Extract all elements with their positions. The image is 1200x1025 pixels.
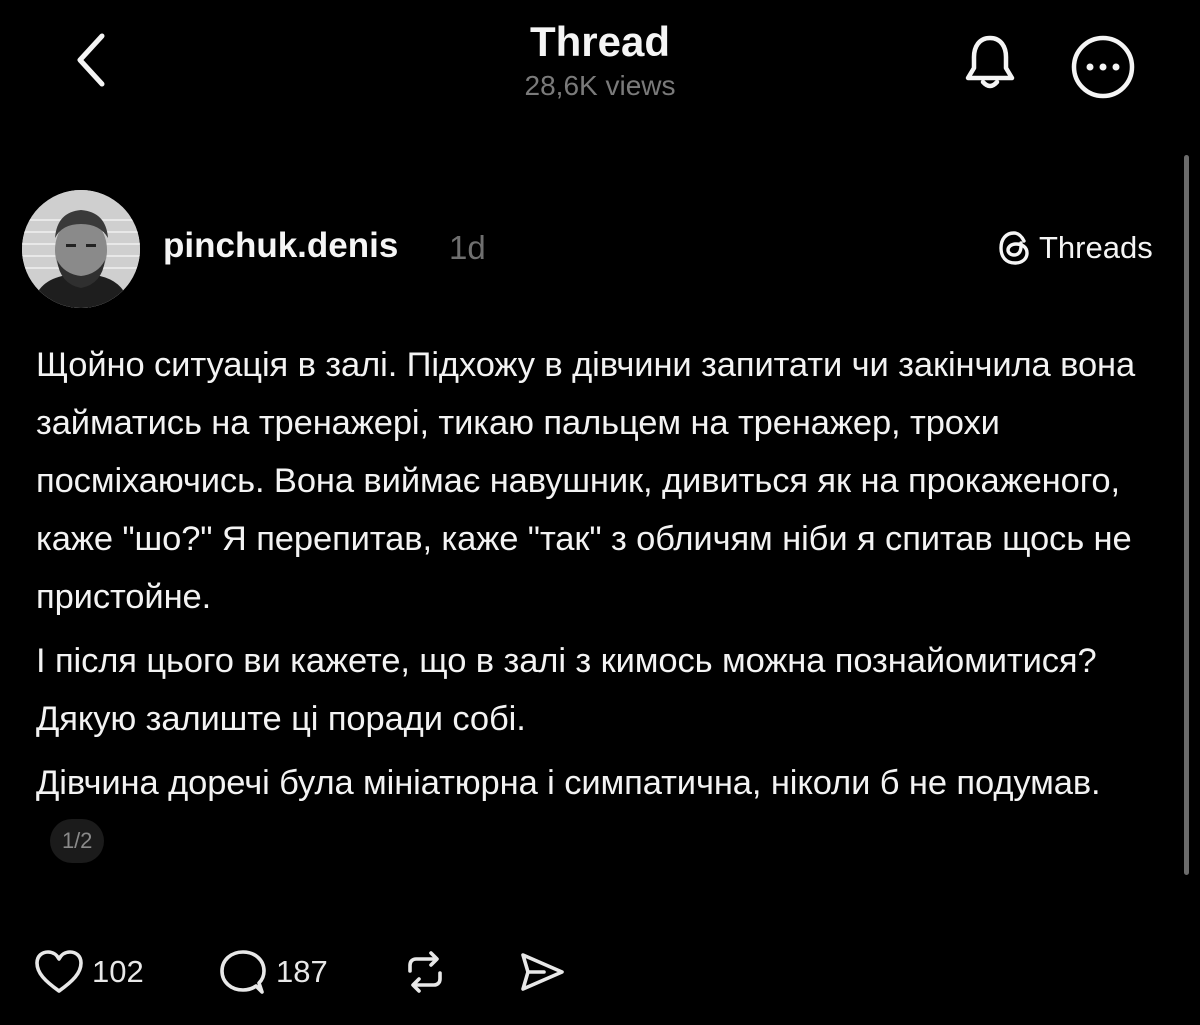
post-paragraph-text: Дівчина доречі була мініатюрна і симпати… [36,764,1101,802]
post-content: Щойно ситуація в залі. Підхожу в дівчини… [36,336,1156,876]
top-bar: Thread 28,6K views [0,0,1200,130]
post-paragraph: Щойно ситуація в залі. Підхожу в дівчини… [36,346,1136,616]
threads-source-label: Threads [1039,230,1153,265]
like-button[interactable]: 102 [34,944,144,1000]
post-actions: 102 187 [34,944,634,1000]
more-horizontal-icon [1071,35,1135,99]
threads-logo-icon [996,229,1034,267]
repost-button[interactable] [402,944,448,1000]
post-paragraph: Дівчина доречі була мініатюрна і симпати… [36,754,1156,870]
repost-icon [408,951,442,993]
page-indicator: 1/2 [50,819,105,863]
chevron-left-icon [77,33,105,87]
more-options-button[interactable] [1068,32,1138,102]
threads-source-link[interactable]: Threads [996,226,1153,270]
bell-icon [965,35,1015,89]
post-paragraph: І після цього ви кажете, що в залі з ким… [36,642,1097,738]
page-title: Thread [529,18,671,65]
like-count: 102 [92,954,144,989]
notifications-button[interactable] [960,30,1020,94]
title-block: Thread 28,6K views [400,18,800,104]
reply-button[interactable]: 187 [218,944,328,1000]
comment-icon [220,950,266,994]
post-author[interactable]: pinchuk.denis [163,224,398,268]
back-button[interactable] [60,28,124,92]
send-icon [521,953,564,991]
reply-count: 187 [276,954,328,989]
avatar[interactable] [22,190,140,308]
user-avatar-photo [22,190,140,308]
post-time: 1d [449,229,486,266]
views-count: 28,6K views [524,70,676,101]
scrollbar[interactable] [1184,155,1189,875]
heart-icon [35,950,83,993]
share-button[interactable] [518,944,566,1000]
